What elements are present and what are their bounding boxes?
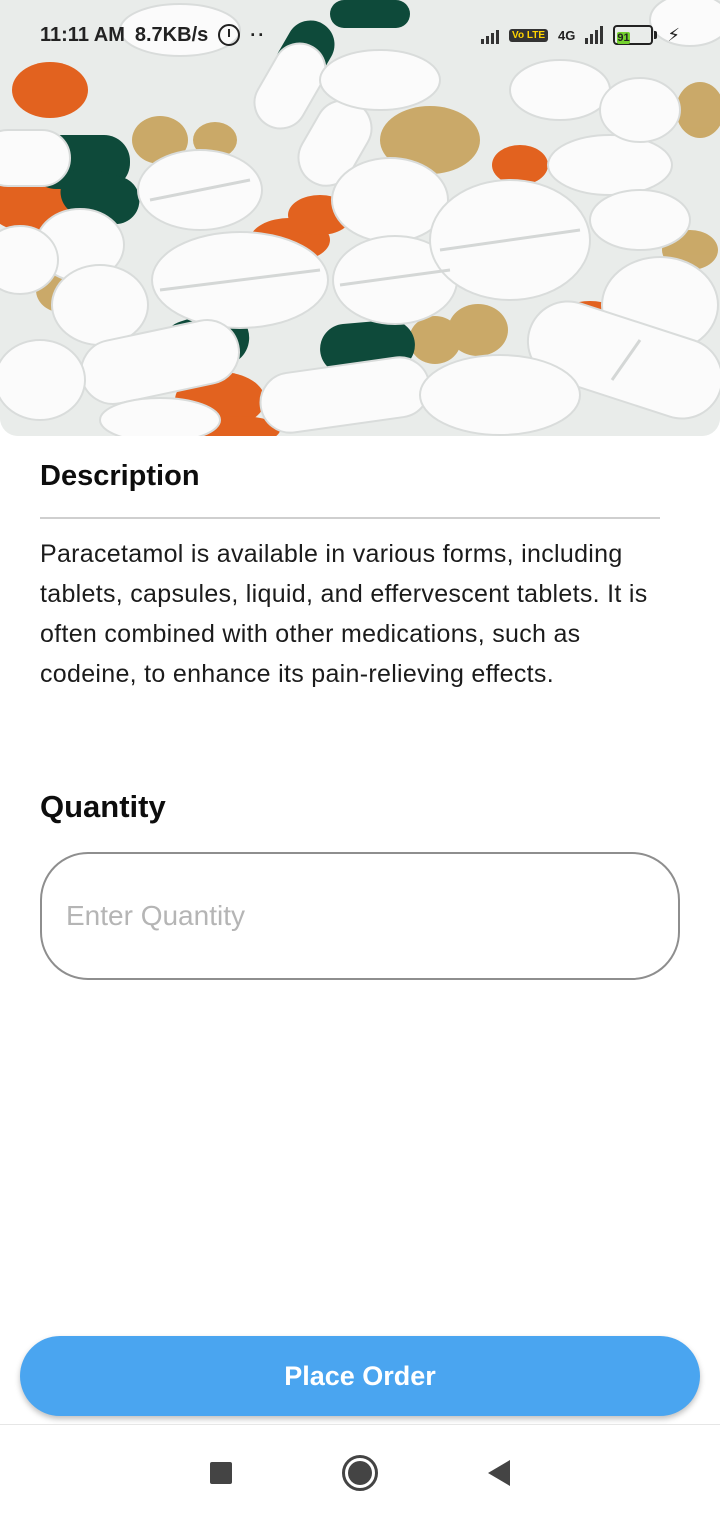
alarm-icon — [218, 24, 241, 46]
signal-icon — [481, 26, 500, 44]
home-icon[interactable] — [342, 1454, 378, 1491]
description-title: Description — [40, 460, 200, 492]
signal-strength-icon — [585, 26, 604, 44]
place-order-button[interactable]: Place Order — [20, 1336, 700, 1416]
volte-badge: Vo LTE — [509, 28, 549, 42]
description-divider — [40, 517, 660, 519]
system-nav-bar — [0, 1424, 720, 1520]
quantity-input[interactable] — [40, 852, 680, 980]
status-network-speed: 8.7KB/s — [134, 23, 209, 46]
description-text: Paracetamol is available in various form… — [40, 540, 648, 688]
battery-level: 91 — [617, 32, 630, 44]
status-bar: 11:11 AM 8.7KB/s ·· Vo LTE 4G 91 ⚡ — [0, 0, 720, 70]
network-type: 4G — [558, 27, 576, 43]
quantity-title: Quantity — [40, 789, 166, 824]
charging-icon: ⚡ — [667, 24, 680, 45]
more-notifications-icon: ·· — [250, 24, 267, 45]
recent-apps-icon[interactable] — [210, 1461, 232, 1484]
back-icon[interactable] — [488, 1459, 510, 1486]
battery-icon: 91 — [613, 25, 658, 45]
status-time: 11:11 AM — [40, 23, 125, 46]
